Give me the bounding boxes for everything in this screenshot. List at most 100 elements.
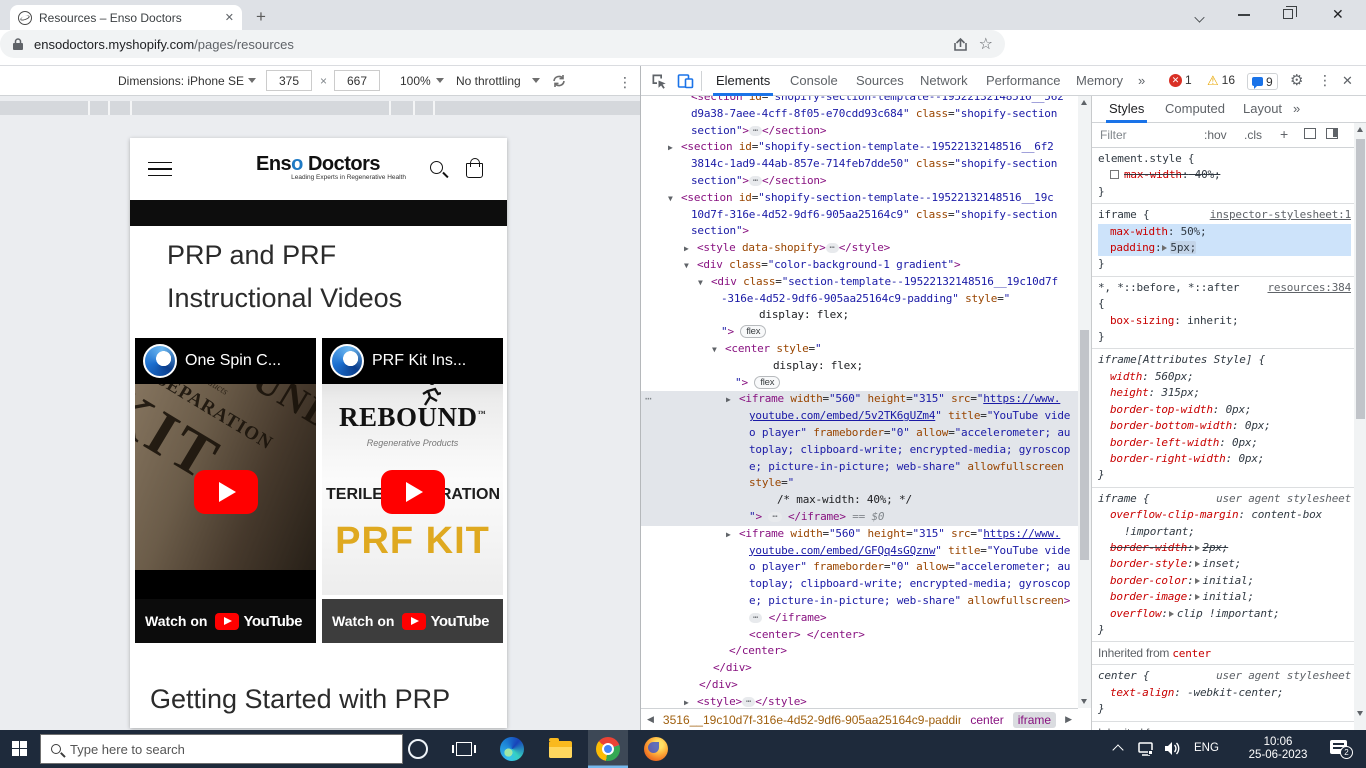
stylesheet-source-link[interactable]: resources:384 (1268, 280, 1352, 296)
tab-console[interactable]: Console (787, 66, 841, 96)
code-line[interactable]: <center> </center> (641, 627, 1078, 644)
code-line[interactable]: ▶ <style> ⋯ </style> (641, 694, 1078, 708)
taskbar-search-box[interactable]: Type here to search (40, 734, 403, 764)
style-rule[interactable]: inspector-stylesheet:1 iframe {max-width:… (1092, 204, 1355, 277)
code-line[interactable]: style=" (641, 475, 1078, 493)
breadcrumb-item-selected[interactable]: iframe (1012, 711, 1057, 728)
tab-network[interactable]: Network (917, 66, 971, 96)
rendering-emulation-icon[interactable] (1304, 128, 1316, 139)
devtools-menu-icon[interactable]: ⋮ (1315, 66, 1335, 96)
code-line[interactable]: e; picture-in-picture; web-share" allowf… (641, 593, 1078, 610)
channel-avatar[interactable] (143, 344, 177, 378)
device-height-input[interactable] (334, 70, 380, 91)
window-restore-button[interactable] (1283, 6, 1297, 19)
code-line[interactable]: 10d7f-316e-4d52-9df6-905aa25164c9" class… (641, 207, 1078, 224)
code-line[interactable]: e; picture-in-picture; web-share" allowf… (641, 458, 1078, 476)
tab-close-icon[interactable]: ✕ (225, 11, 234, 24)
style-rule[interactable]: iframe[Attributes Style] {width: 560px; h… (1092, 349, 1355, 488)
code-line[interactable]: display: flex; (641, 358, 1078, 375)
styles-filter-input[interactable]: Filter (1100, 128, 1127, 142)
code-line[interactable]: ▼ <section id="shopify-section-template--… (641, 190, 1078, 207)
tab-styles[interactable]: Styles (1106, 96, 1148, 123)
sidebar-more-tabs-icon[interactable]: » (1290, 96, 1303, 123)
styles-rules-list[interactable]: element.style {max-width: 40%;} inspector… (1092, 148, 1355, 730)
css-property[interactable]: border-style: inset; (1098, 556, 1351, 572)
css-property[interactable]: border-top-width: 0px; (1098, 402, 1351, 418)
css-property[interactable]: padding: 5px; (1098, 240, 1351, 257)
css-property[interactable]: width: 560px; (1098, 369, 1351, 385)
property-checkbox[interactable] (1110, 170, 1119, 180)
device-select[interactable]: Dimensions: iPhone SE (118, 74, 244, 88)
collapse-arrow-icon[interactable]: ▼ (712, 342, 717, 359)
css-property[interactable]: box-sizing: inherit; (1098, 313, 1351, 329)
youtube-embed-1[interactable]: REBOUND Regenerative Products RP SEPARAT… (135, 338, 316, 643)
firefox-icon[interactable] (636, 730, 676, 768)
taskbar-clock[interactable]: 10:06 25-06-2023 (1238, 736, 1318, 762)
tab-elements[interactable]: Elements (713, 66, 774, 96)
tab-computed[interactable]: Computed (1162, 96, 1228, 123)
css-property[interactable]: height: 315px; (1098, 385, 1351, 401)
bookmark-star-icon[interactable]: ☆ (979, 34, 993, 54)
watch-on-youtube-link[interactable]: Watch on YouTube (322, 599, 503, 643)
watch-on-youtube-link[interactable]: Watch on YouTube (135, 599, 316, 643)
video1-title[interactable]: One Spin C... (185, 352, 281, 370)
css-property[interactable]: border-width: 2px; (1098, 540, 1351, 556)
edge-icon[interactable] (492, 730, 532, 768)
code-line[interactable]: ▶ <style data-shopify> ⋯ </style> (641, 240, 1078, 257)
code-line[interactable]: o player" frameborder="0" allow="acceler… (641, 424, 1078, 442)
code-line[interactable]: </div> (641, 677, 1078, 694)
code-line[interactable]: "> ⋯ </iframe> == $0 (641, 508, 1078, 526)
window-close-button[interactable]: ✕ (1332, 6, 1344, 23)
cortana-button[interactable] (398, 730, 438, 768)
window-minimize-button[interactable] (1238, 14, 1250, 16)
play-button[interactable] (193, 470, 258, 514)
throttling-select[interactable]: No throttling (456, 74, 521, 88)
code-line[interactable]: </center> (641, 643, 1078, 660)
chrome-icon[interactable] (588, 730, 628, 768)
code-line[interactable]: ▼ <center style=" (641, 341, 1078, 358)
breadcrumb-item[interactable]: 3516__19c10d7f-316e-4d52-9df6-905aa25164… (663, 713, 961, 727)
volume-icon[interactable] (1164, 741, 1181, 756)
issues-badge[interactable]: 9 (1247, 73, 1278, 90)
css-property[interactable]: overflow: clip !important; (1098, 606, 1351, 622)
stylesheet-source-link[interactable]: user agent stylesheet (1216, 491, 1351, 507)
code-line[interactable]: -316e-4d52-9df6-905aa25164c9-padding" st… (641, 291, 1078, 308)
warning-badge[interactable]: ⚠ 16 (1207, 73, 1235, 87)
tab-search-chevron-icon[interactable] (1194, 12, 1205, 23)
code-line[interactable]: </div> (641, 660, 1078, 677)
stylesheet-source-link[interactable]: user agent stylesheet (1216, 668, 1351, 684)
inspect-element-icon[interactable] (651, 73, 667, 89)
language-indicator[interactable]: ENG (1194, 742, 1219, 754)
hov-toggle[interactable]: :hov (1204, 128, 1227, 142)
zoom-select[interactable]: 100% (400, 74, 431, 88)
code-line[interactable]: toplay; clipboard-write; encrypted-media… (641, 441, 1078, 459)
css-property[interactable]: max-width: 50%; (1098, 223, 1351, 241)
expand-arrow-icon[interactable]: ▶ (726, 527, 731, 544)
play-button[interactable] (380, 470, 445, 514)
browser-tab[interactable]: Resources – Enso Doctors ✕ (10, 5, 242, 30)
elements-tree[interactable]: <section id="shopify-section-template--1… (641, 96, 1078, 708)
stylesheet-source-link[interactable]: inspector-stylesheet:1 (1210, 207, 1351, 223)
css-property[interactable]: text-align: -webkit-center; (1098, 685, 1351, 701)
code-line[interactable]: "> flex (641, 324, 1078, 341)
code-line[interactable]: ▼ <div class="section-template--195221321… (641, 274, 1078, 291)
styles-scrollbar[interactable] (1354, 123, 1366, 730)
tab-layout[interactable]: Layout (1240, 96, 1285, 123)
code-line[interactable]: ▶ ⋯ <iframe width="560" height="315" src="… (641, 391, 1078, 409)
network-icon[interactable] (1138, 742, 1154, 756)
address-bar[interactable]: ensodoctors.myshopify.com/pages/resource… (0, 30, 1005, 58)
css-property[interactable]: border-left-width: 0px; (1098, 435, 1351, 451)
device-toolbar-icon[interactable] (677, 73, 694, 89)
code-line[interactable]: o player" frameborder="0" allow="acceler… (641, 559, 1078, 576)
media-query-bar[interactable] (0, 101, 640, 115)
cls-toggle[interactable]: .cls (1244, 128, 1262, 142)
css-property[interactable]: border-right-width: 0px; (1098, 451, 1351, 467)
code-line[interactable]: ▶ <section id="shopify-section-template--… (641, 139, 1078, 156)
breadcrumb-right-arrow-icon[interactable]: ▶ (1065, 714, 1072, 725)
error-badge[interactable]: ✕ 1 (1169, 73, 1192, 87)
breadcrumb-item[interactable]: center (970, 713, 1003, 727)
code-line[interactable]: "> flex (641, 375, 1078, 392)
hidden-icons-chevron-icon[interactable] (1112, 744, 1124, 756)
task-view-button[interactable] (444, 730, 484, 768)
hamburger-menu-icon[interactable] (148, 162, 172, 176)
